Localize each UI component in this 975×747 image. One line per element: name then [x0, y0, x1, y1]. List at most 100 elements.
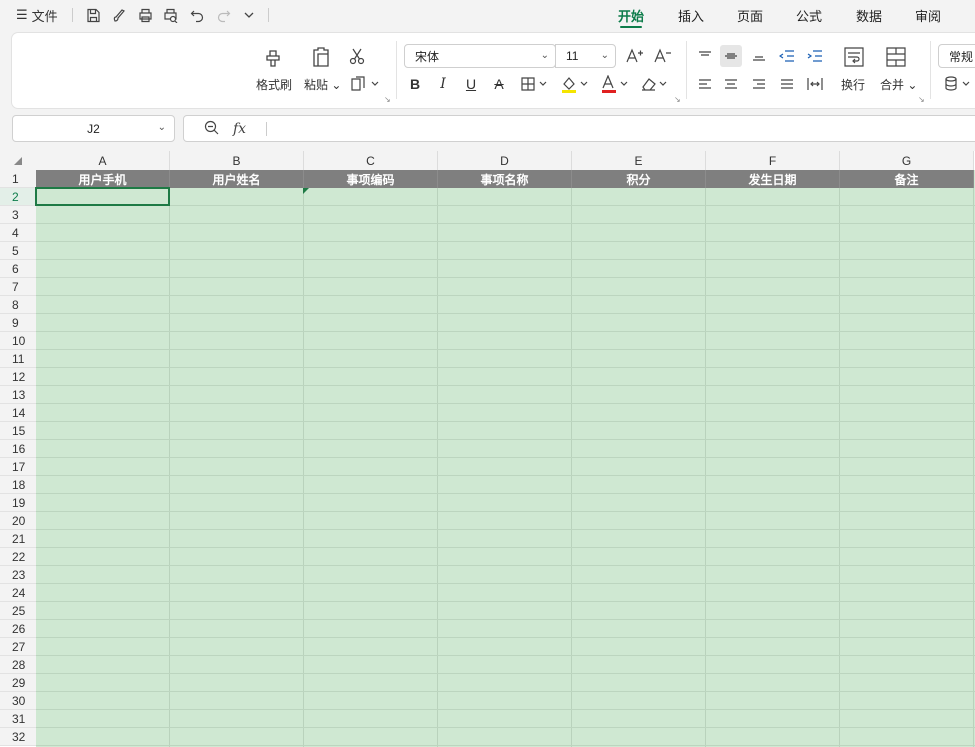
brush-icon[interactable] — [108, 0, 130, 30]
bold-icon[interactable]: B — [404, 73, 426, 95]
row-header[interactable]: 10 — [0, 332, 36, 350]
header-cell[interactable]: 用户手机 — [36, 170, 170, 188]
tab-insert[interactable]: 插入 — [678, 0, 704, 30]
row-header[interactable]: 31 — [0, 710, 36, 728]
row-header[interactable]: 25 — [0, 602, 36, 620]
row-header[interactable]: 20 — [0, 512, 36, 530]
align-center-icon[interactable] — [720, 73, 742, 95]
wrap-text-button[interactable]: 换行 — [841, 76, 865, 93]
column-header-b[interactable]: B — [170, 151, 304, 170]
clear-format-icon[interactable] — [638, 73, 672, 95]
row-header[interactable]: 14 — [0, 404, 36, 422]
row-header[interactable]: 15 — [0, 422, 36, 440]
header-cell[interactable]: 积分 — [572, 170, 706, 188]
cut-icon[interactable] — [346, 45, 368, 67]
cell-grid[interactable]: 用户手机 用户姓名 事项编码 事项名称 积分 发生日期 备注 — [35, 170, 975, 747]
justify-icon[interactable] — [776, 73, 798, 95]
column-header-g[interactable]: G — [840, 151, 974, 170]
row-header[interactable]: 19 — [0, 494, 36, 512]
print-preview-icon[interactable] — [160, 0, 182, 30]
row-header[interactable]: 6 — [0, 260, 36, 278]
underline-icon[interactable]: U — [460, 73, 482, 95]
column-header-c[interactable]: C — [304, 151, 438, 170]
chevron-down-icon[interactable] — [238, 0, 260, 30]
paste-icon[interactable] — [308, 45, 334, 69]
row-header[interactable]: 32 — [0, 728, 36, 746]
merge-cells-icon[interactable] — [884, 45, 908, 69]
row-header[interactable]: 2 — [0, 188, 36, 206]
tab-formulas[interactable]: 公式 — [796, 0, 822, 30]
strikethrough-icon[interactable]: A — [488, 73, 510, 95]
row-header[interactable]: 11 — [0, 350, 36, 368]
formula-bar[interactable]: fx — [183, 115, 975, 142]
row-header[interactable]: 3 — [0, 206, 36, 224]
row-header[interactable]: 27 — [0, 638, 36, 656]
file-menu[interactable]: ☰ 文件 — [16, 0, 58, 30]
align-middle-icon[interactable] — [720, 45, 742, 67]
italic-icon[interactable]: I — [432, 73, 454, 95]
row-header[interactable]: 13 — [0, 386, 36, 404]
header-cell[interactable]: 发生日期 — [706, 170, 840, 188]
font-name-select[interactable]: 宋体 ⌄ — [404, 44, 556, 68]
row-header[interactable]: 8 — [0, 296, 36, 314]
borders-icon[interactable] — [518, 73, 552, 95]
tab-data[interactable]: 数据 — [856, 0, 882, 30]
row-header[interactable]: 23 — [0, 566, 36, 584]
row-header[interactable]: 29 — [0, 674, 36, 692]
fill-color-icon[interactable] — [558, 73, 592, 95]
name-box[interactable]: J2 ⌄ — [12, 115, 175, 142]
active-cell[interactable] — [35, 187, 170, 206]
number-format-select[interactable]: 常规 — [938, 44, 975, 68]
select-all-button[interactable] — [0, 151, 36, 170]
save-icon[interactable] — [82, 0, 104, 30]
row-header[interactable]: 12 — [0, 368, 36, 386]
font-size-select[interactable]: 11 ⌄ — [555, 44, 616, 68]
column-header-e[interactable]: E — [572, 151, 706, 170]
undo-icon[interactable] — [186, 0, 208, 30]
tab-home[interactable]: 开始 — [618, 0, 644, 30]
row-header[interactable]: 9 — [0, 314, 36, 332]
zoom-icon[interactable] — [204, 120, 219, 138]
row-header[interactable]: 4 — [0, 224, 36, 242]
column-header-a[interactable]: A — [36, 151, 170, 170]
distributed-align-icon[interactable] — [804, 73, 826, 95]
row-header[interactable]: 30 — [0, 692, 36, 710]
tab-page[interactable]: 页面 — [737, 0, 763, 30]
row-header[interactable]: 16 — [0, 440, 36, 458]
column-header-d[interactable]: D — [438, 151, 572, 170]
tab-review[interactable]: 审阅 — [915, 0, 941, 30]
row-header[interactable]: 5 — [0, 242, 36, 260]
row-header[interactable]: 7 — [0, 278, 36, 296]
clipboard-launcher-icon[interactable]: ↘ — [384, 95, 391, 104]
font-launcher-icon[interactable]: ↘ — [674, 95, 681, 104]
header-cell[interactable]: 用户姓名 — [170, 170, 304, 188]
function-icon[interactable]: fx — [233, 121, 246, 137]
row-header[interactable]: 18 — [0, 476, 36, 494]
increase-indent-icon[interactable] — [804, 45, 826, 67]
decrease-font-icon[interactable] — [652, 45, 674, 67]
paste-button[interactable]: 粘贴 ⌄ — [304, 76, 341, 93]
align-left-icon[interactable] — [694, 73, 716, 95]
format-painter-icon[interactable] — [260, 45, 286, 69]
header-cell[interactable]: 事项名称 — [438, 170, 572, 188]
row-header[interactable]: 21 — [0, 530, 36, 548]
header-cell[interactable]: 事项编码 — [304, 170, 438, 188]
align-top-icon[interactable] — [694, 45, 716, 67]
wrap-text-icon[interactable] — [842, 45, 866, 69]
align-right-icon[interactable] — [748, 73, 770, 95]
merge-button[interactable]: 合并 ⌄ — [880, 76, 917, 93]
print-icon[interactable] — [134, 0, 156, 30]
conditional-format-icon[interactable] — [942, 73, 975, 95]
column-header-f[interactable]: F — [706, 151, 840, 170]
row-header[interactable]: 17 — [0, 458, 36, 476]
row-header[interactable]: 26 — [0, 620, 36, 638]
font-color-icon[interactable] — [598, 73, 632, 95]
decrease-indent-icon[interactable] — [776, 45, 798, 67]
row-header[interactable]: 28 — [0, 656, 36, 674]
redo-icon[interactable] — [212, 0, 234, 30]
increase-font-icon[interactable] — [624, 45, 646, 67]
header-cell[interactable]: 备注 — [840, 170, 974, 188]
align-bottom-icon[interactable] — [748, 45, 770, 67]
row-header[interactable]: 1 — [0, 170, 36, 188]
row-header[interactable]: 22 — [0, 548, 36, 566]
